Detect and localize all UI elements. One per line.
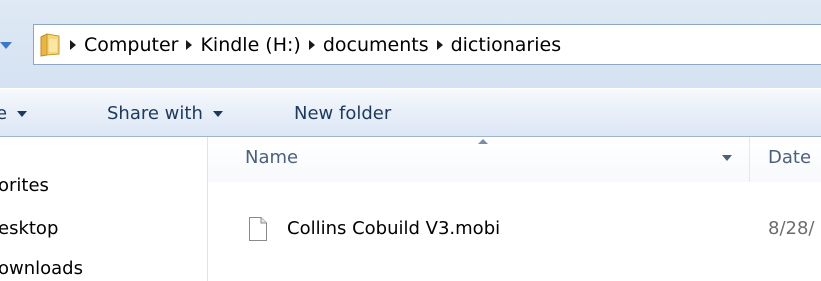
share-with-label: Share with <box>107 102 203 124</box>
file-date-modified: 8/28/ <box>768 218 815 239</box>
chevron-down-icon <box>17 111 28 117</box>
sort-ascending-icon <box>478 139 488 144</box>
address-area: Computer Kindle (H:) documents dictionar… <box>0 0 821 88</box>
breadcrumb-kindle[interactable]: Kindle (H:) <box>200 26 300 64</box>
file-list: Name Date Collins Cobuild V3.mobi 8/28/ <box>208 137 821 281</box>
column-header-date[interactable]: Date <box>768 147 811 168</box>
column-header-name-label: Name <box>245 147 299 168</box>
chevron-down-icon <box>212 111 223 117</box>
explorer-window: Computer Kindle (H:) documents dictionar… <box>0 0 821 281</box>
nav-item-downloads[interactable]: ownloads <box>0 258 83 279</box>
breadcrumb-separator[interactable] <box>429 26 451 64</box>
share-with-button[interactable]: Share with <box>107 89 223 137</box>
organize-button[interactable]: e <box>0 89 28 137</box>
new-folder-label: New folder <box>294 102 392 124</box>
recent-pages-dropdown[interactable] <box>0 38 12 52</box>
breadcrumb-separator[interactable] <box>178 26 200 64</box>
organize-label: e <box>0 102 8 124</box>
column-header-name[interactable]: Name <box>208 137 750 182</box>
chevron-right-icon <box>70 39 76 50</box>
nav-item-favorites[interactable]: orites <box>0 175 49 196</box>
navigation-pane: orites esktop ownloads <box>0 137 208 281</box>
address-bar[interactable]: Computer Kindle (H:) documents dictionar… <box>33 24 821 65</box>
chevron-down-icon <box>0 42 12 49</box>
command-toolbar: e Share with New folder <box>0 88 821 137</box>
chevron-right-icon <box>308 39 315 50</box>
chevron-right-icon <box>186 39 193 50</box>
breadcrumb-separator[interactable] <box>62 26 84 64</box>
chevron-right-icon <box>436 39 443 50</box>
file-row[interactable]: Collins Cobuild V3.mobi 8/28/ <box>208 210 821 250</box>
document-icon <box>249 217 267 241</box>
breadcrumb-separator[interactable] <box>301 26 323 64</box>
folder-icon <box>40 32 62 57</box>
file-name: Collins Cobuild V3.mobi <box>287 218 501 239</box>
breadcrumb-documents[interactable]: documents <box>323 26 429 64</box>
nav-item-desktop[interactable]: esktop <box>0 218 58 239</box>
column-header-row: Name Date <box>208 137 821 182</box>
new-folder-button[interactable]: New folder <box>294 89 391 137</box>
breadcrumb-computer[interactable]: Computer <box>84 26 178 64</box>
column-filter-dropdown-icon[interactable] <box>722 155 732 161</box>
breadcrumb-dictionaries[interactable]: dictionaries <box>451 26 562 64</box>
